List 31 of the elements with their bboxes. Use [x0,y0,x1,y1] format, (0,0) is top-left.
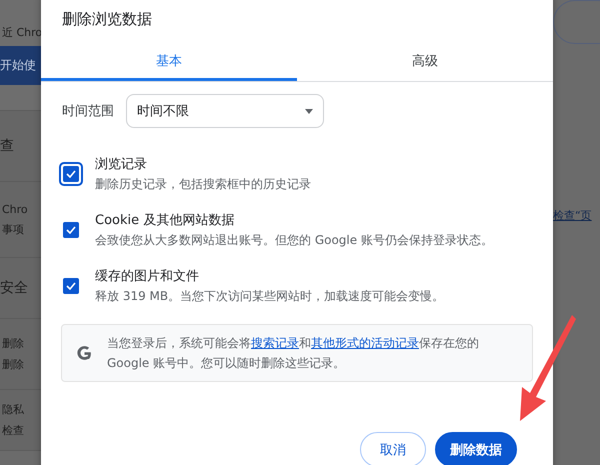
google-icon [76,344,93,362]
option-title: Cookie 及其他网站数据 [95,212,236,229]
delete-button[interactable]: 删除数据 [435,432,517,465]
dialog-title: 删除浏览数据 [61,9,153,30]
time-range-label: 时间范围 [62,103,114,120]
check-icon [66,226,76,234]
option-description: 释放 319 MB。当您下次访问某些网站时，加载速度可能会变慢。 [95,288,444,305]
option-title: 浏览记录 [95,156,148,173]
setting-text: 事项 [1,222,25,236]
setting-text: 近 Chro [1,25,41,40]
setting-text: 删除 [1,357,25,372]
option-title: 缓存的图片和文件 [95,268,200,285]
option-description: 会致使您从大多数网站退出账号。但您的 Google 账号仍会保持登录状态。 [95,232,493,249]
cancel-button[interactable]: 取消 [360,432,426,465]
setting-text: 隐私 [1,402,25,417]
info-text: 当您登录后，系统可能会将搜索记录和其他形式的活动记录保存在您的 Google 账号中。您可以随时删除这些记录。 [107,335,480,372]
section-heading: 查 [0,137,15,155]
setting-text: 删除 [1,336,25,351]
setting-text: Chro [1,202,29,216]
section-heading: 安全 [0,279,29,297]
time-range-select[interactable]: 时间不限 [126,94,324,128]
check-icon [66,170,76,178]
check-icon [66,282,76,290]
info-link[interactable]: 其他形式的活动记录 [311,336,419,350]
start-button[interactable]: 开始使 [0,46,41,85]
caret-icon [305,108,313,114]
option-description: 删除历史记录，包括搜索框中的历史记录 [95,176,311,193]
info-link[interactable]: 搜索记录 [251,336,299,350]
setting-text: 检查 [1,423,25,438]
checkbox[interactable] [59,162,83,186]
tab[interactable]: 基本 [41,44,297,81]
